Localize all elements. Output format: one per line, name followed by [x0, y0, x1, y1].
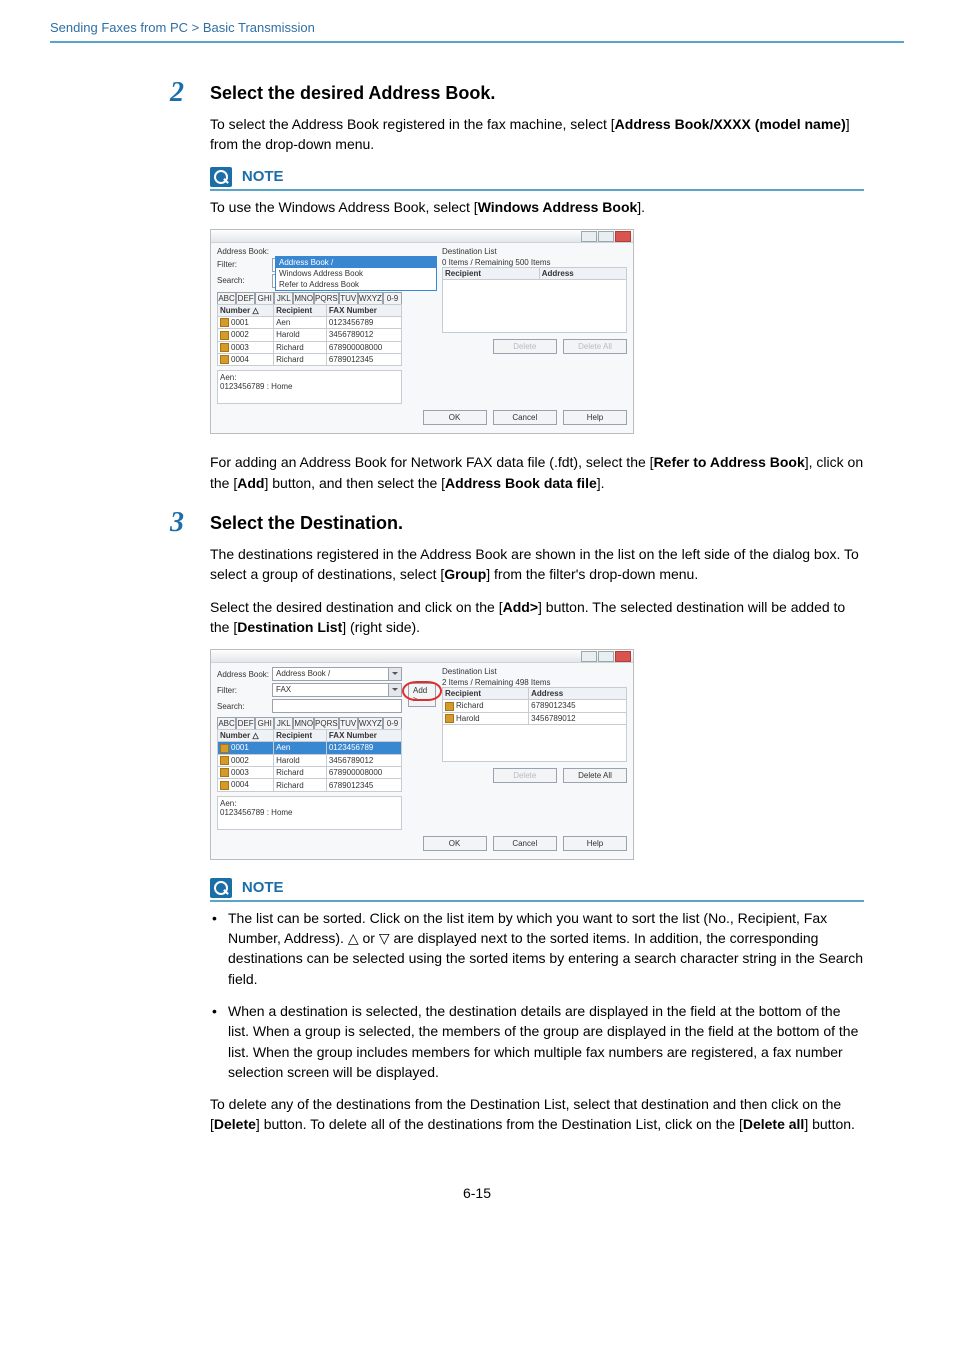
note-label: NOTE: [242, 879, 284, 896]
dropdown-option[interactable]: Windows Address Book: [276, 268, 436, 279]
remaining-count: 2 Items / Remaining 498 Items: [442, 678, 627, 687]
contact-icon: [220, 343, 229, 352]
dest-list-label: Destination List: [442, 667, 627, 676]
chevron-down-icon: [388, 668, 401, 680]
detail-box: Aen: 0123456789 : Home: [217, 370, 402, 404]
table-row[interactable]: Harold3456789012: [443, 712, 627, 724]
note-item-2: When a destination is selected, the dest…: [210, 1001, 864, 1082]
close-icon: [615, 651, 631, 662]
dialog-titlebar: [211, 650, 633, 663]
magnifier-icon: [210, 167, 232, 187]
breadcrumb: Sending Faxes from PC > Basic Transmissi…: [50, 20, 904, 41]
step-3: 3 Select the Destination. The destinatio…: [210, 513, 864, 1135]
address-book-dropdown[interactable]: Address Book /: [272, 667, 402, 681]
destination-table[interactable]: RecipientAddress: [442, 267, 627, 333]
ok-button[interactable]: OK: [423, 410, 487, 425]
help-button[interactable]: Help: [563, 410, 627, 425]
help-button[interactable]: Help: [563, 836, 627, 851]
dropdown-option[interactable]: Refer to Address Book: [276, 279, 436, 290]
note-block: NOTE: [210, 167, 864, 191]
table-row[interactable]: 0004Richard6789012345: [218, 779, 402, 791]
recipient-table[interactable]: Number △RecipientFAX Number 0001Aen01234…: [217, 304, 402, 367]
label-address-book: Address Book:: [217, 670, 272, 679]
note-block-2: NOTE: [210, 878, 864, 902]
contact-icon: [220, 756, 229, 765]
note-label: NOTE: [242, 168, 284, 185]
delete-all-button[interactable]: Delete All: [563, 339, 627, 354]
step-2-after: For adding an Address Book for Network F…: [210, 452, 864, 493]
note-list: The list can be sorted. Click on the lis…: [210, 908, 864, 1082]
alpha-tabs[interactable]: ABCDEFGHIJKLMNOPQRSTUVWXYZ0-9: [217, 717, 402, 729]
label-address-book: Address Book:: [217, 247, 272, 256]
note-rule: [210, 900, 864, 902]
step-3-p1: The destinations registered in the Addre…: [210, 544, 864, 585]
address-book-dropdown-open[interactable]: Address Book / Windows Address Book Refe…: [275, 256, 437, 291]
step-number-3: 3: [170, 507, 184, 539]
callout-circle: [402, 681, 442, 701]
cancel-button[interactable]: Cancel: [493, 410, 557, 425]
table-row[interactable]: 0002Harold3456789012: [218, 754, 402, 766]
remaining-count: 0 Items / Remaining 500 Items: [442, 258, 627, 267]
contact-icon: [220, 744, 229, 753]
note-rule: [210, 189, 864, 191]
delete-all-button[interactable]: Delete All: [563, 768, 627, 783]
step-3-heading: Select the Destination.: [210, 513, 864, 534]
contact-icon: [445, 702, 454, 711]
minimize-icon: [581, 231, 597, 242]
label-search: Search:: [217, 702, 272, 711]
dialog-screenshot-2: Address Book: Address Book / Filter: FAX…: [210, 649, 634, 860]
step-3-after: To delete any of the destinations from t…: [210, 1094, 864, 1135]
table-row[interactable]: 0003Richard678900008000: [218, 767, 402, 779]
contact-icon: [220, 355, 229, 364]
label-filter: Filter:: [217, 686, 272, 695]
table-row[interactable]: 0002Harold3456789012: [218, 329, 402, 341]
table-row[interactable]: 0004Richard6789012345: [218, 354, 402, 366]
step-number-2: 2: [170, 77, 184, 109]
table-row[interactable]: Richard6789012345: [443, 700, 627, 712]
detail-box: Aen: 0123456789 : Home: [217, 796, 402, 830]
magnifier-icon: [210, 878, 232, 898]
dropdown-option-selected[interactable]: Address Book /: [276, 257, 436, 268]
recipient-table[interactable]: Number △RecipientFAX Number 0001Aen01234…: [217, 729, 402, 792]
label-filter: Filter:: [217, 260, 272, 269]
contact-icon: [445, 714, 454, 723]
table-row[interactable]: 0001Aen0123456789: [218, 742, 402, 754]
minimize-icon: [581, 651, 597, 662]
ok-button[interactable]: OK: [423, 836, 487, 851]
contact-icon: [220, 331, 229, 340]
note-item-1: The list can be sorted. Click on the lis…: [210, 908, 864, 989]
contact-icon: [220, 318, 229, 327]
divider: [50, 41, 904, 43]
filter-dropdown[interactable]: FAX: [272, 683, 402, 697]
destination-table[interactable]: RecipientAddress Richard6789012345 Harol…: [442, 687, 627, 762]
maximize-icon: [598, 231, 614, 242]
step-2: 2 Select the desired Address Book. To se…: [210, 83, 864, 493]
delete-button[interactable]: Delete: [493, 768, 557, 783]
table-row[interactable]: 0003Richard678900008000: [218, 341, 402, 353]
step-2-heading: Select the desired Address Book.: [210, 83, 864, 104]
dialog-titlebar: [211, 230, 633, 243]
page-number: 6-15: [50, 1185, 904, 1201]
table-row[interactable]: 0001Aen0123456789: [218, 316, 402, 328]
dialog-screenshot-1: Address Book: Filter: FAX Search: Addres…: [210, 229, 634, 435]
step-2-note-text: To use the Windows Address Book, select …: [210, 197, 864, 217]
cancel-button[interactable]: Cancel: [493, 836, 557, 851]
close-icon: [615, 231, 631, 242]
contact-icon: [220, 781, 229, 790]
label-search: Search:: [217, 276, 272, 285]
alpha-tabs[interactable]: ABCDEFGHIJKLMNOPQRSTUVWXYZ0-9: [217, 292, 402, 304]
contact-icon: [220, 768, 229, 777]
chevron-down-icon: [388, 684, 401, 696]
delete-button[interactable]: Delete: [493, 339, 557, 354]
maximize-icon: [598, 651, 614, 662]
search-input[interactable]: [272, 699, 402, 713]
dest-list-label: Destination List: [442, 247, 627, 256]
step-2-p1: To select the Address Book registered in…: [210, 114, 864, 155]
step-3-p2: Select the desired destination and click…: [210, 597, 864, 638]
